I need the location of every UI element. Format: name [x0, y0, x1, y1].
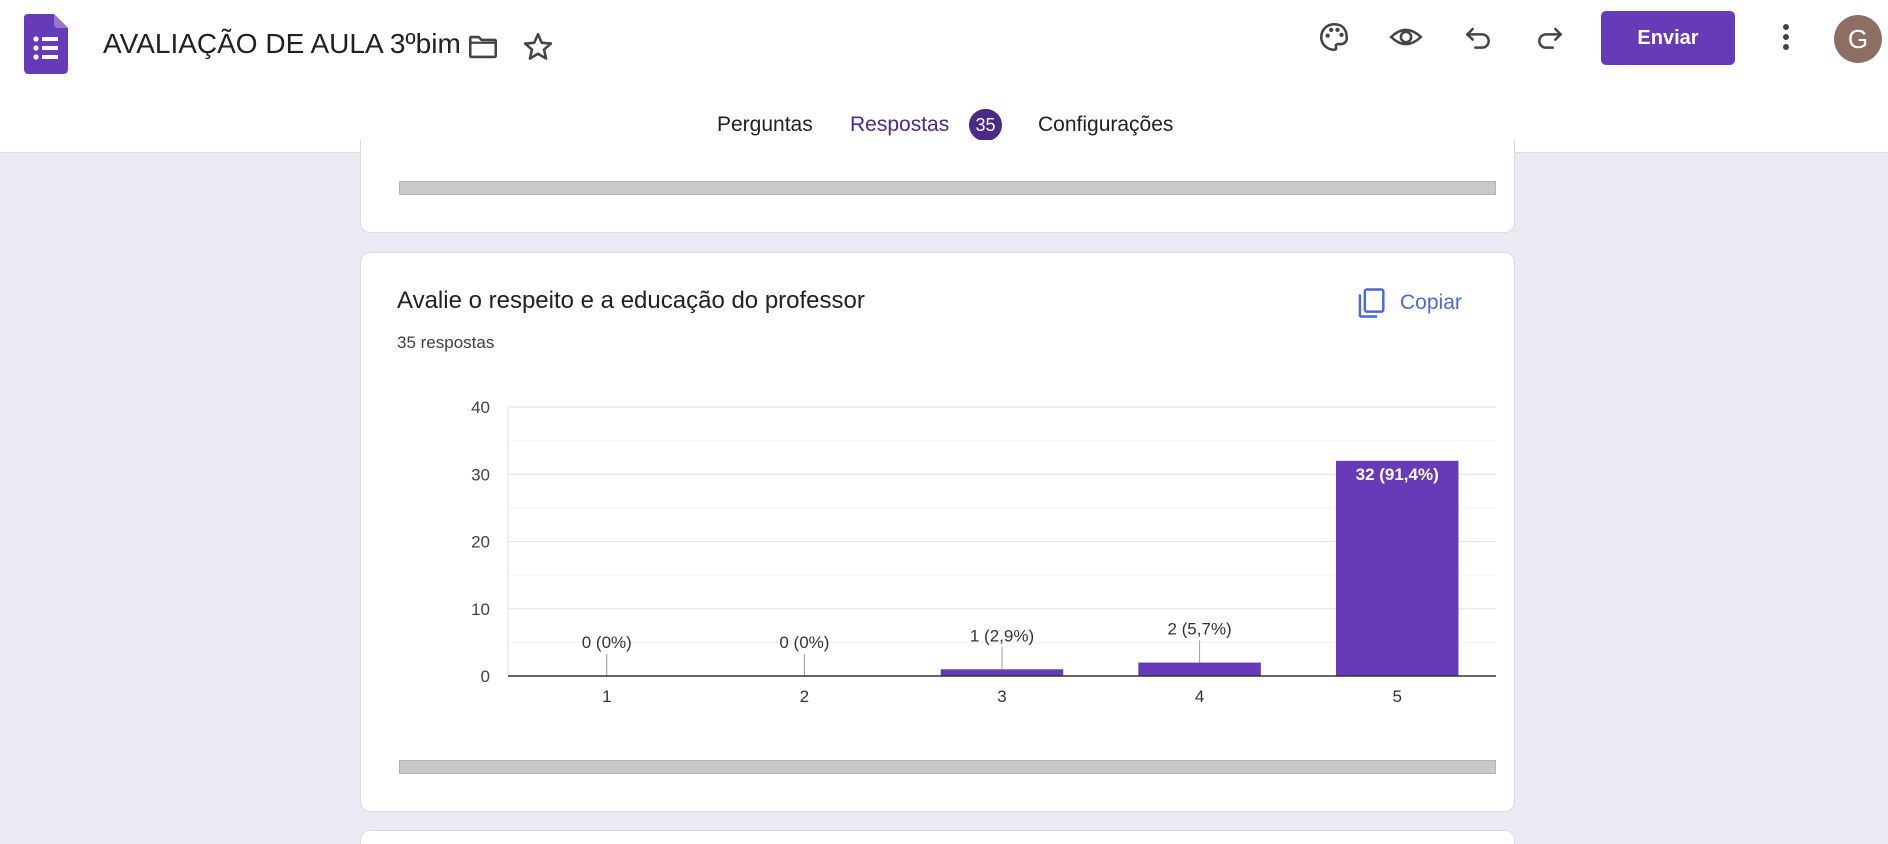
x-tick-label: 1 — [602, 687, 611, 706]
undo-icon[interactable] — [1458, 17, 1498, 57]
chart-bar — [1138, 662, 1261, 676]
bar-chart: 0 10 20 30 40 1 0 (0%) 2 0 (0%) 3 1 (2,9%) 4 2 (5,7%… — [471, 398, 1496, 706]
y-tick-label: 0 — [481, 667, 490, 686]
data-label: 32 (91,4%) — [1356, 465, 1439, 484]
send-button[interactable]: Enviar — [1601, 11, 1735, 65]
document-title[interactable]: AVALIAÇÃO DE AULA 3ºbim — [103, 28, 461, 60]
data-label: 0 (0%) — [779, 633, 829, 652]
horizontal-scrollbar[interactable] — [399, 181, 1496, 195]
responses-count-badge: 35 — [969, 109, 1002, 141]
forms-logo-icon[interactable] — [24, 14, 68, 74]
tab-settings[interactable]: Configurações — [1038, 113, 1173, 137]
folder-icon[interactable] — [466, 30, 500, 64]
horizontal-scrollbar[interactable] — [399, 760, 1496, 774]
y-tick-label: 30 — [471, 465, 490, 484]
y-tick-label: 40 — [471, 398, 490, 417]
question-summary-card: Avalie o respeito e a educação do profes… — [360, 252, 1515, 812]
data-label: 0 (0%) — [582, 633, 632, 652]
more-options-icon[interactable] — [1766, 17, 1806, 57]
x-tick-label: 5 — [1392, 687, 1401, 706]
previous-question-card — [360, 140, 1515, 233]
x-tick-label: 2 — [800, 687, 809, 706]
palette-icon[interactable] — [1314, 17, 1354, 57]
top-bar: AVALIAÇÃO DE AULA 3ºbim Enviar G Pergunt… — [0, 0, 1888, 153]
tab-questions[interactable]: Perguntas — [717, 113, 813, 137]
chart-bar — [940, 669, 1064, 676]
y-tick-label: 20 — [471, 533, 490, 552]
preview-eye-icon[interactable] — [1386, 17, 1426, 57]
star-icon[interactable] — [520, 29, 556, 65]
redo-icon[interactable] — [1530, 17, 1570, 57]
avatar[interactable]: G — [1834, 15, 1882, 63]
x-tick-label: 4 — [1195, 687, 1204, 706]
chart-bar — [1335, 460, 1459, 676]
x-tick-label: 3 — [997, 687, 1006, 706]
tab-responses[interactable]: Respostas — [850, 113, 949, 137]
next-question-card — [360, 830, 1515, 844]
y-tick-label: 10 — [471, 600, 490, 619]
data-label: 2 (5,7%) — [1167, 620, 1231, 639]
data-label: 1 (2,9%) — [970, 626, 1034, 645]
